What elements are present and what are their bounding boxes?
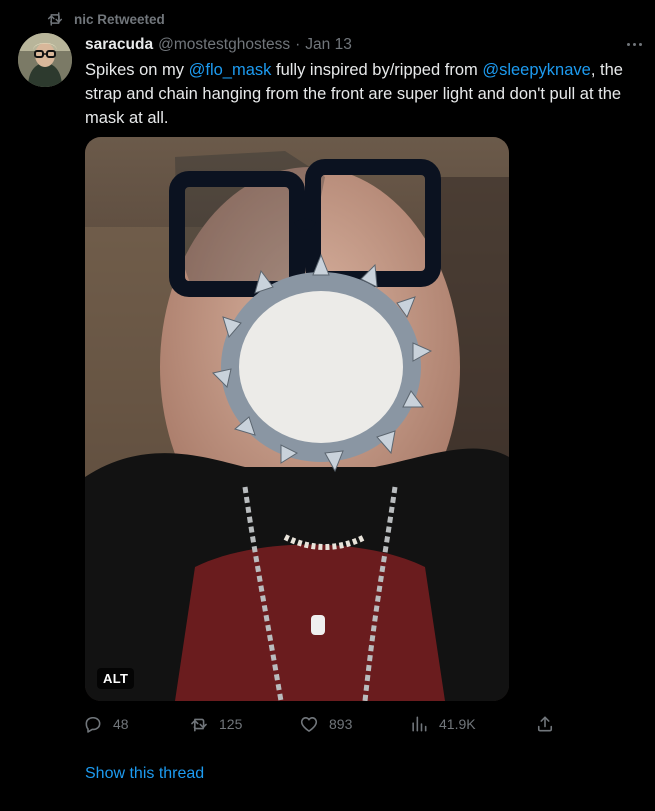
separator-dot: · <box>295 36 301 53</box>
tweet-actions: 48 125 893 41.9K <box>83 714 563 740</box>
mention-flo-mask[interactable]: @flo_mask <box>189 61 272 79</box>
share-button[interactable] <box>535 714 555 734</box>
display-name[interactable]: saracuda <box>85 36 153 54</box>
tweet-photo[interactable]: ALT <box>85 137 509 701</box>
more-options-icon[interactable] <box>623 36 645 52</box>
user-handle[interactable]: @mostestghostess <box>158 36 290 54</box>
retweet-count: 125 <box>219 716 243 732</box>
views-button[interactable]: 41.9K <box>409 714 476 734</box>
view-count: 41.9K <box>439 716 476 732</box>
analytics-icon <box>412 716 427 732</box>
reply-icon <box>85 716 101 733</box>
mention-sleepyknave[interactable]: @sleepyknave <box>482 61 590 79</box>
share-icon <box>537 716 553 732</box>
photo-image <box>85 137 509 701</box>
avatar[interactable] <box>18 33 72 87</box>
retweet-label[interactable]: nic Retweeted <box>74 12 165 27</box>
like-count: 893 <box>329 716 353 732</box>
alt-text-badge[interactable]: ALT <box>97 668 135 689</box>
retweet-button[interactable]: 125 <box>189 714 242 734</box>
show-thread-link[interactable]: Show this thread <box>85 765 204 783</box>
retweet-icon <box>47 12 63 26</box>
heart-icon <box>300 717 318 732</box>
like-button[interactable]: 893 <box>299 714 352 734</box>
tweet-date[interactable]: Jan 13 <box>305 36 352 54</box>
reply-button[interactable]: 48 <box>83 714 129 734</box>
retweet-indicator: nic Retweeted <box>46 9 165 29</box>
tweet-text: Spikes on my @flo_mask fully inspired by… <box>85 61 623 127</box>
reply-count: 48 <box>113 716 129 732</box>
retweet-icon <box>191 718 207 732</box>
tweet-header: saracuda @mostestghostess · Jan 13 <box>85 34 639 56</box>
